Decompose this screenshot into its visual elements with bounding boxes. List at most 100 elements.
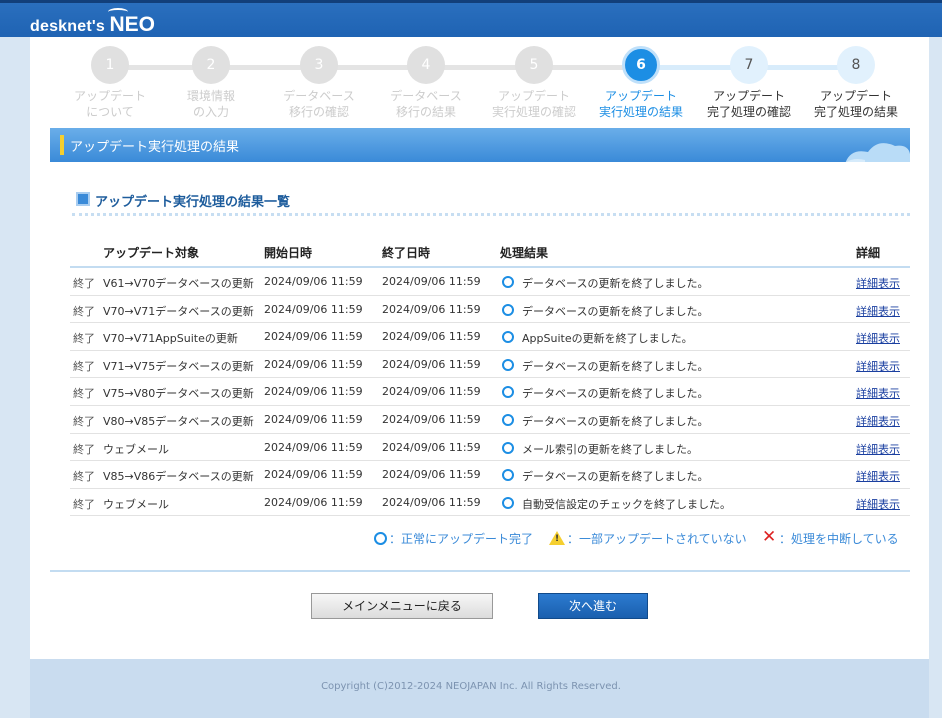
- success-circle-icon: [502, 469, 514, 482]
- step-number: 4: [407, 46, 445, 84]
- legend-error: ✕ ：処理を中断している: [762, 527, 899, 547]
- back-to-main-menu-button[interactable]: メインメニューに戻る: [311, 593, 493, 619]
- header-start: 開始日時: [264, 246, 313, 260]
- error-cross-icon: ✕: [762, 527, 777, 547]
- detail-link[interactable]: 詳細表示: [856, 441, 900, 457]
- detail-link[interactable]: 詳細表示: [856, 413, 900, 429]
- desknets-neo-logo: desknet's NEO: [30, 8, 155, 37]
- step-2: 2 環境情報 の入力: [157, 46, 265, 120]
- success-circle-icon: [502, 413, 514, 426]
- step-label: アップデート 完了処理の結果: [813, 89, 898, 119]
- row-status: 終了: [73, 332, 95, 346]
- success-circle-icon: [502, 331, 514, 344]
- row-result: 自動受信設定のチェックを終了しました。: [522, 497, 731, 511]
- title-accent: [60, 135, 64, 155]
- wizard-steps: 1 アップデート について 2 環境情報 の入力 3 データベース 移行の確認 4 デ…: [50, 46, 910, 126]
- table-row: 終了 V85→V86データベースの更新 2024/09/06 11:59 202…: [70, 461, 910, 489]
- detail-link[interactable]: 詳細表示: [856, 303, 900, 319]
- page-title-bar: アップデート実行処理の結果: [50, 128, 910, 162]
- table-row: 終了 ウェブメール 2024/09/06 11:59 2024/09/06 11…: [70, 434, 910, 462]
- row-end-time: 2024/09/06 11:59: [382, 330, 481, 344]
- success-circle-icon: [502, 358, 514, 371]
- row-result: データベースの更新を終了しました。: [522, 277, 709, 290]
- detail-link[interactable]: 詳細表示: [856, 468, 900, 484]
- success-circle-icon: [502, 276, 514, 288]
- detail-link[interactable]: 詳細表示: [856, 330, 900, 346]
- row-end-time: 2024/09/06 11:59: [382, 302, 481, 316]
- row-target: V71→V75データベースの更新: [103, 359, 254, 373]
- table-row: 終了 V75→V80データベースの更新 2024/09/06 11:59 202…: [70, 378, 910, 406]
- step-number: 8: [837, 46, 875, 84]
- step-label: アップデート 実行処理の確認: [491, 89, 576, 119]
- detail-link[interactable]: 詳細表示: [856, 358, 900, 374]
- row-target: V75→V80データベースの更新: [103, 387, 254, 401]
- results-table: アップデート対象 開始日時 終了日時 処理結果 詳細 終了 V61→V70データ…: [70, 236, 910, 517]
- row-status: 終了: [73, 442, 95, 456]
- next-button[interactable]: 次へ進む: [538, 593, 648, 619]
- header-result: 処理結果: [500, 246, 549, 260]
- header-detail: 詳細: [856, 246, 881, 260]
- row-start-time: 2024/09/06 11:59: [264, 330, 363, 344]
- row-start-time: 2024/09/06 11:59: [264, 385, 363, 399]
- legend-warn-label: ：一部アップデートされていない: [567, 532, 747, 546]
- logo-swoosh-icon: [108, 8, 128, 16]
- row-target: ウェブメール: [103, 497, 169, 511]
- row-target: V61→V70データベースの更新: [103, 277, 254, 290]
- row-status: 終了: [73, 470, 95, 484]
- row-start-time: 2024/09/06 11:59: [264, 440, 363, 454]
- step-4: 4 データベース 移行の結果: [372, 46, 480, 120]
- cloud-icon: [845, 143, 910, 162]
- row-result: AppSuiteの更新を終了しました。: [522, 332, 693, 346]
- row-status: 終了: [73, 497, 95, 511]
- row-end-time: 2024/09/06 11:59: [382, 495, 481, 509]
- section-title: アップデート実行処理の結果一覧: [95, 195, 291, 210]
- row-result: データベースの更新を終了しました。: [522, 470, 709, 484]
- divider: [50, 570, 910, 572]
- logo-small-text: desknet's: [30, 18, 105, 35]
- legend-warn: ! ：一部アップデートされていない: [549, 530, 747, 547]
- step-label: アップデート 完了処理の確認: [706, 89, 791, 119]
- step-number: 7: [730, 46, 768, 84]
- table-header: アップデート対象 開始日時 終了日時 処理結果 詳細: [70, 236, 910, 268]
- row-start-time: 2024/09/06 11:59: [264, 302, 363, 316]
- step-number: 2: [192, 46, 230, 84]
- step-label: データベース 移行の結果: [390, 89, 462, 119]
- table-row: 終了 V61→V70データベースの更新 2024/09/06 11:59 202…: [70, 268, 910, 296]
- step-6: 6 アップデート 実行処理の結果: [587, 46, 695, 120]
- row-status: 終了: [73, 304, 95, 318]
- header-target: アップデート対象: [103, 246, 200, 260]
- row-result: データベースの更新を終了しました。: [522, 304, 709, 318]
- row-target: ウェブメール: [103, 442, 169, 456]
- row-start-time: 2024/09/06 11:59: [264, 275, 363, 288]
- row-end-time: 2024/09/06 11:59: [382, 440, 481, 454]
- step-label: アップデート 実行処理の結果: [598, 89, 683, 119]
- step-label: 環境情報 の入力: [186, 89, 235, 119]
- step-number: 3: [300, 46, 338, 84]
- row-result: データベースの更新を終了しました。: [522, 414, 709, 428]
- step-1: 1 アップデート について: [56, 46, 164, 120]
- step-number: 1: [91, 46, 129, 84]
- table-row: 終了 V70→V71AppSuiteの更新 2024/09/06 11:59 2…: [70, 323, 910, 351]
- row-status: 終了: [73, 414, 95, 428]
- detail-link[interactable]: 詳細表示: [856, 385, 900, 401]
- step-3: 3 データベース 移行の確認: [265, 46, 373, 120]
- detail-link[interactable]: 詳細表示: [856, 496, 900, 512]
- header-end: 終了日時: [382, 246, 431, 260]
- row-end-time: 2024/09/06 11:59: [382, 412, 481, 426]
- step-label: アップデート について: [73, 89, 146, 119]
- row-start-time: 2024/09/06 11:59: [264, 357, 363, 371]
- legend-ok: ：正常にアップデート完了: [374, 530, 533, 547]
- row-start-time: 2024/09/06 11:59: [264, 495, 363, 509]
- legend-ok-label: ：正常にアップデート完了: [389, 532, 534, 546]
- table-row: 終了 V80→V85データベースの更新 2024/09/06 11:59 202…: [70, 406, 910, 434]
- row-start-time: 2024/09/06 11:59: [264, 412, 363, 426]
- row-status: 終了: [73, 359, 95, 373]
- detail-link[interactable]: 詳細表示: [856, 275, 900, 291]
- step-number: 6: [622, 46, 660, 84]
- row-status: 終了: [73, 277, 95, 290]
- copyright-text: Copyright (C)2012-2024 NEOJAPAN Inc. All…: [321, 681, 621, 692]
- row-result: メール索引の更新を終了しました。: [522, 442, 698, 456]
- row-end-time: 2024/09/06 11:59: [382, 275, 481, 288]
- success-circle-icon: [502, 496, 514, 509]
- logo-big-text: NEO: [109, 13, 155, 36]
